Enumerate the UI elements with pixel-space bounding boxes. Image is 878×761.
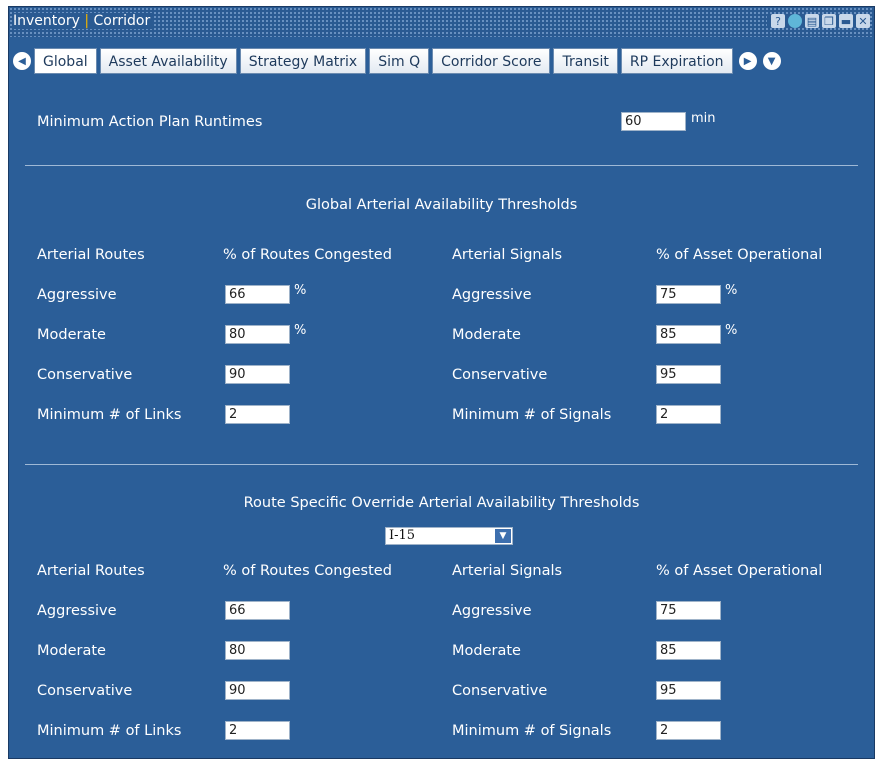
tab-asset-availability[interactable]: Asset Availability (99, 48, 237, 74)
routes-column-header: Arterial Routes (37, 247, 145, 263)
routes-column-header: Arterial Routes (37, 563, 145, 579)
override-route-aggressive-input[interactable]: 66 (225, 601, 290, 620)
override-route-conservative-input[interactable]: 90 (225, 681, 290, 700)
signal-moderate-label: Moderate (452, 327, 521, 343)
signal-min-signals-label: Minimum # of Signals (452, 407, 612, 423)
window-title: Inventory | Corridor (13, 13, 155, 29)
tab-global[interactable]: Global (34, 48, 97, 74)
override-signal-aggressive-label: Aggressive (452, 603, 532, 619)
override-route-moderate-input[interactable]: 80 (225, 641, 290, 660)
tab-scroll-right-icon[interactable]: ▶ (738, 52, 757, 70)
route-select[interactable]: I-15 ▼ (385, 527, 513, 545)
dropdown-arrow-icon[interactable]: ▼ (495, 529, 511, 543)
override-route-aggressive-label: Aggressive (37, 603, 117, 619)
signals-value-column-header: % of Asset Operational (656, 247, 823, 263)
globe-icon[interactable] (788, 14, 802, 28)
tab-scroll-left-icon[interactable]: ◀ (13, 52, 31, 70)
tab-rp-expiration[interactable]: RP Expiration (620, 48, 733, 74)
signals-column-header: Arterial Signals (452, 247, 563, 263)
window-controls: ? ▤ ❐ ▬ ✕ (767, 14, 870, 28)
route-moderate-input[interactable]: 80 (225, 325, 290, 344)
tab-sim-q[interactable]: Sim Q (369, 48, 430, 74)
title-inventory: Inventory (13, 13, 80, 29)
signals-value-column-header: % of Asset Operational (656, 563, 823, 579)
help-icon[interactable]: ? (771, 14, 785, 28)
tab-transit[interactable]: Transit (553, 48, 618, 74)
route-min-links-input[interactable]: 2 (225, 405, 290, 424)
section-divider (25, 464, 858, 465)
tab-strategy-matrix[interactable]: Strategy Matrix (239, 48, 367, 74)
route-min-links-label: Minimum # of Links (37, 407, 182, 423)
signals-column-header: Arterial Signals (452, 563, 563, 579)
title-separator: | (84, 13, 90, 29)
minimize-icon[interactable]: ▬ (839, 14, 853, 28)
route-select-value: I-15 (389, 528, 416, 543)
route-moderate-label: Moderate (37, 327, 106, 343)
override-signal-moderate-input[interactable]: 85 (656, 641, 721, 660)
override-signal-moderate-label: Moderate (452, 643, 521, 659)
tab-corridor-score[interactable]: Corridor Score (432, 48, 551, 74)
close-icon[interactable]: ✕ (856, 14, 870, 28)
signal-aggressive-unit: % (725, 283, 738, 298)
signal-moderate-unit: % (725, 323, 738, 338)
override-signal-conservative-label: Conservative (452, 683, 548, 699)
override-route-min-links-label: Minimum # of Links (37, 723, 182, 739)
signal-moderate-input[interactable]: 85 (656, 325, 721, 344)
signal-aggressive-input[interactable]: 75 (656, 285, 721, 304)
route-conservative-label: Conservative (37, 367, 133, 383)
print-icon[interactable]: ▤ (805, 14, 819, 28)
route-moderate-unit: % (294, 323, 307, 338)
route-aggressive-input[interactable]: 66 (225, 285, 290, 304)
override-route-moderate-label: Moderate (37, 643, 106, 659)
routes-value-column-header: % of Routes Congested (223, 563, 392, 579)
global-tab-content: Minimum Action Plan Runtimes 60 min Glob… (9, 77, 874, 758)
route-aggressive-unit: % (294, 283, 307, 298)
restore-icon[interactable]: ❐ (822, 14, 836, 28)
tab-list-dropdown-icon[interactable]: ▼ (762, 52, 781, 70)
tab-bar: ◀ Global Asset Availability Strategy Mat… (9, 45, 874, 77)
title-corridor: Corridor (93, 13, 151, 29)
signal-conservative-label: Conservative (452, 367, 548, 383)
override-route-conservative-label: Conservative (37, 683, 133, 699)
global-section-title: Global Arterial Availability Thresholds (305, 197, 578, 213)
section-divider (25, 165, 858, 166)
override-signal-min-signals-label: Minimum # of Signals (452, 723, 612, 739)
runtime-label: Minimum Action Plan Runtimes (37, 114, 263, 130)
signal-conservative-input[interactable]: 95 (656, 365, 721, 384)
route-section-title: Route Specific Override Arterial Availab… (243, 495, 640, 511)
override-signal-conservative-input[interactable]: 95 (656, 681, 721, 700)
route-conservative-input[interactable]: 90 (225, 365, 290, 384)
runtime-unit: min (691, 111, 716, 126)
override-signal-aggressive-input[interactable]: 75 (656, 601, 721, 620)
override-signal-min-signals-input[interactable]: 2 (656, 721, 721, 740)
route-aggressive-label: Aggressive (37, 287, 117, 303)
inventory-corridor-window: Inventory | Corridor ? ▤ ❐ ▬ ✕ ◀ Global … (8, 6, 875, 759)
routes-value-column-header: % of Routes Congested (223, 247, 392, 263)
signal-aggressive-label: Aggressive (452, 287, 532, 303)
runtime-input[interactable]: 60 (621, 112, 686, 131)
title-bar[interactable]: Inventory | Corridor ? ▤ ❐ ▬ ✕ (9, 7, 874, 37)
override-route-min-links-input[interactable]: 2 (225, 721, 290, 740)
signal-min-signals-input[interactable]: 2 (656, 405, 721, 424)
